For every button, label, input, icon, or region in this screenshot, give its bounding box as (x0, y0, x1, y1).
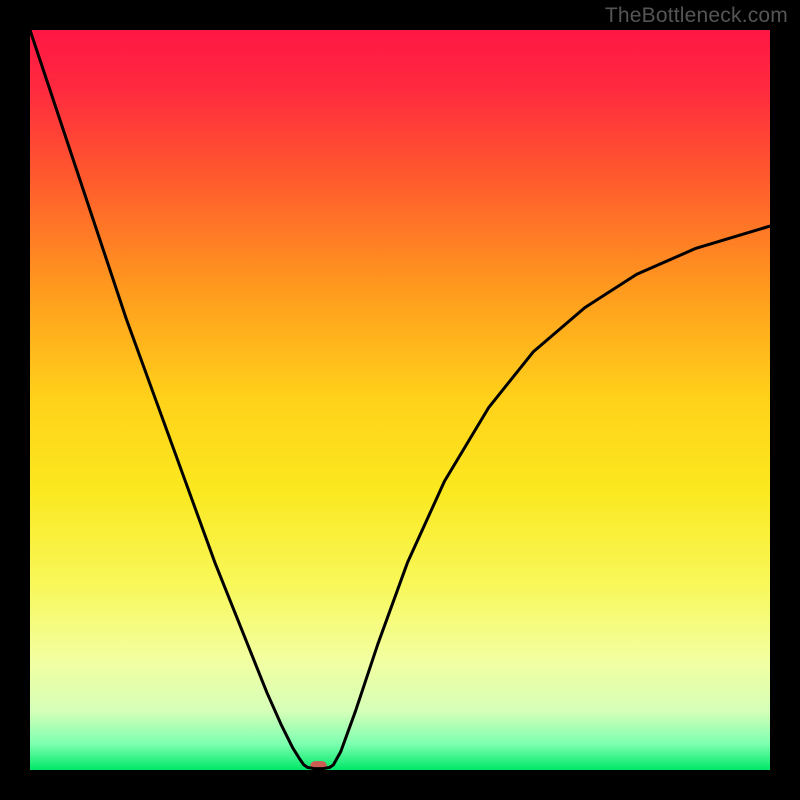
plot-background (30, 30, 770, 770)
frame-bottom (0, 770, 800, 800)
bottleneck-chart (0, 0, 800, 800)
chart-stage: TheBottleneck.com (0, 0, 800, 800)
frame-right (770, 0, 800, 800)
watermark-text: TheBottleneck.com (605, 4, 788, 28)
frame-left (0, 0, 30, 800)
